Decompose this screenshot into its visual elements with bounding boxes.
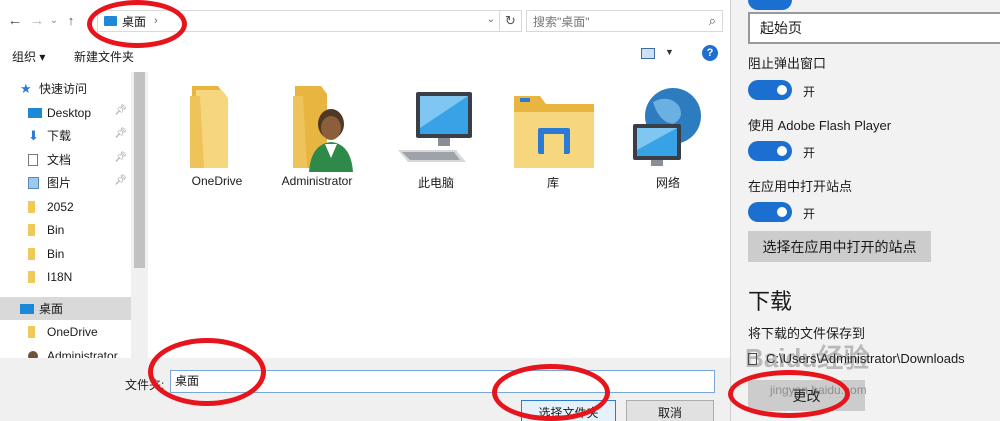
new-folder-button[interactable]: 新建文件夹	[74, 48, 134, 65]
refresh-icon[interactable]: ↻	[499, 10, 521, 32]
nav-item-label: 快速访问	[39, 82, 88, 96]
downloads-heading: 下载	[748, 289, 793, 314]
annotation-oval	[148, 338, 266, 406]
download-icon: ⬇	[28, 127, 39, 143]
forward-icon[interactable]: →	[26, 9, 48, 31]
annotation-oval	[87, 0, 187, 48]
folder-icon	[190, 86, 228, 168]
nav-item-label: 图片	[47, 176, 72, 190]
watermark-logo: Baidu经验	[745, 343, 870, 373]
item-label: 网络	[655, 176, 680, 190]
view-options-icon[interactable]	[641, 48, 655, 59]
folder-picker-dialog: ← → ⌄ ↑ 桌面 › ⌄ ↻ 搜索"桌面" ⌕ 组织 ▾ 新建文件夹 ▼ ?…	[0, 0, 730, 421]
nav-item-onedrive[interactable]: OneDrive	[0, 320, 131, 343]
star-icon: ★	[20, 80, 32, 96]
user-folder-icon	[293, 86, 353, 172]
organize-menu[interactable]: 组织 ▾	[12, 48, 45, 65]
search-input[interactable]: 搜索"桌面" ⌕	[526, 10, 723, 32]
search-icon[interactable]: ⌕	[709, 13, 716, 29]
nav-item-label: 2052	[47, 199, 74, 214]
nav-item-label: Bin	[47, 246, 65, 261]
pin-icon: 📌︎	[114, 128, 127, 139]
block-popups-label: 阻止弹出窗口	[748, 56, 827, 71]
nav-item-label: Desktop	[47, 105, 92, 120]
recent-dropdown-icon[interactable]: ⌄	[48, 9, 60, 31]
up-icon[interactable]: ↑	[60, 9, 82, 31]
navigation-pane: ★ 快速访问 Desktop 📌︎ ⬇ 下载 📌︎ 文档 📌︎ 图片 📌︎ 20…	[0, 72, 148, 362]
item-administrator[interactable]: Administrator	[269, 84, 365, 194]
item-onedrive[interactable]: OneDrive	[169, 84, 265, 194]
nav-item-folder-bin[interactable]: Bin	[0, 218, 131, 241]
annotation-oval	[492, 364, 610, 421]
annotation-oval	[728, 370, 850, 418]
toggle-knob	[777, 146, 787, 156]
toggle-state: 开	[803, 85, 816, 99]
toggle-knob	[777, 85, 787, 95]
nav-item-documents[interactable]: 文档 📌︎	[0, 148, 131, 171]
network-icon	[633, 88, 701, 166]
nav-item-quick-access[interactable]: ★ 快速访问	[0, 77, 131, 100]
folder-icon	[28, 223, 35, 236]
flash-toggle[interactable]	[748, 141, 792, 161]
back-icon[interactable]: ←	[4, 9, 26, 31]
item-label: Administrator	[281, 174, 353, 188]
folder-icon	[28, 270, 35, 283]
nav-item-label: 文档	[47, 153, 72, 167]
help-icon[interactable]: ?	[702, 45, 718, 61]
folder-icon	[28, 200, 35, 213]
item-label: OneDrive	[191, 174, 243, 188]
search-placeholder: 搜索"桌面"	[533, 14, 590, 29]
screenshot: ← → ⌄ ↑ 桌面 › ⌄ ↻ 搜索"桌面" ⌕ 组织 ▾ 新建文件夹 ▼ ?…	[0, 0, 1000, 421]
open-in-app-toggle[interactable]	[748, 202, 792, 222]
choose-sites-button[interactable]: 选择在应用中打开的站点	[748, 231, 931, 262]
nav-item-label: I18N	[47, 269, 73, 284]
item-label: 此电脑	[417, 176, 454, 190]
folder-icon	[28, 247, 35, 260]
dialog-toolbar: 组织 ▾ 新建文件夹	[0, 40, 730, 70]
nav-item-label: 桌面	[39, 302, 64, 316]
item-label: 库	[546, 176, 559, 190]
picture-icon	[28, 176, 39, 189]
item-network[interactable]: 网络	[620, 84, 716, 194]
start-page-select[interactable]: 起始页	[748, 12, 1000, 44]
address-dropdown-icon[interactable]: ⌄	[487, 14, 495, 25]
nav-item-downloads[interactable]: ⬇ 下载 📌︎	[0, 124, 131, 147]
item-this-pc[interactable]: 此电脑	[388, 84, 484, 194]
library-icon	[514, 96, 594, 168]
pin-icon: 📌︎	[114, 175, 127, 186]
navigation-scrollbar[interactable]	[131, 72, 148, 362]
cancel-button[interactable]: 取消	[626, 400, 714, 421]
dialog-footer: 文件夹: 桌面 选择文件夹 取消	[0, 358, 730, 421]
toggle-knob	[777, 207, 787, 217]
desktop-icon	[20, 303, 34, 314]
nav-item-label: 下载	[47, 129, 72, 143]
nav-item-desktop-root[interactable]: 桌面	[0, 297, 131, 320]
folder-icon	[28, 325, 35, 338]
open-in-app-label: 在应用中打开站点	[748, 179, 853, 194]
pin-icon: 📌︎	[114, 152, 127, 163]
toggle-state: 开	[803, 146, 816, 160]
nav-item-folder-i18n[interactable]: I18N	[0, 265, 131, 288]
nav-item-folder-bin-2[interactable]: Bin	[0, 242, 131, 265]
nav-item-label: OneDrive	[47, 324, 98, 339]
toggle-state: 开	[803, 207, 816, 221]
nav-item-pictures[interactable]: 图片 📌︎	[0, 171, 131, 194]
nav-item-desktop[interactable]: Desktop 📌︎	[0, 101, 131, 124]
nav-item-folder-2052[interactable]: 2052	[0, 195, 131, 218]
document-icon	[28, 153, 38, 166]
computer-icon	[398, 92, 472, 162]
toggle-partial[interactable]	[748, 0, 792, 10]
block-popups-toggle[interactable]	[748, 80, 792, 100]
item-library[interactable]: 库	[505, 84, 601, 194]
flash-label: 使用 Adobe Flash Player	[748, 118, 892, 133]
nav-item-label: Bin	[47, 222, 65, 237]
desktop-icon	[28, 107, 42, 118]
scrollbar-thumb[interactable]	[134, 72, 145, 268]
pin-icon: 📌︎	[114, 105, 127, 116]
folder-contents: OneDrive Administrator 此电脑 库 网络	[150, 70, 730, 360]
view-dropdown-icon[interactable]: ▼	[665, 47, 674, 57]
